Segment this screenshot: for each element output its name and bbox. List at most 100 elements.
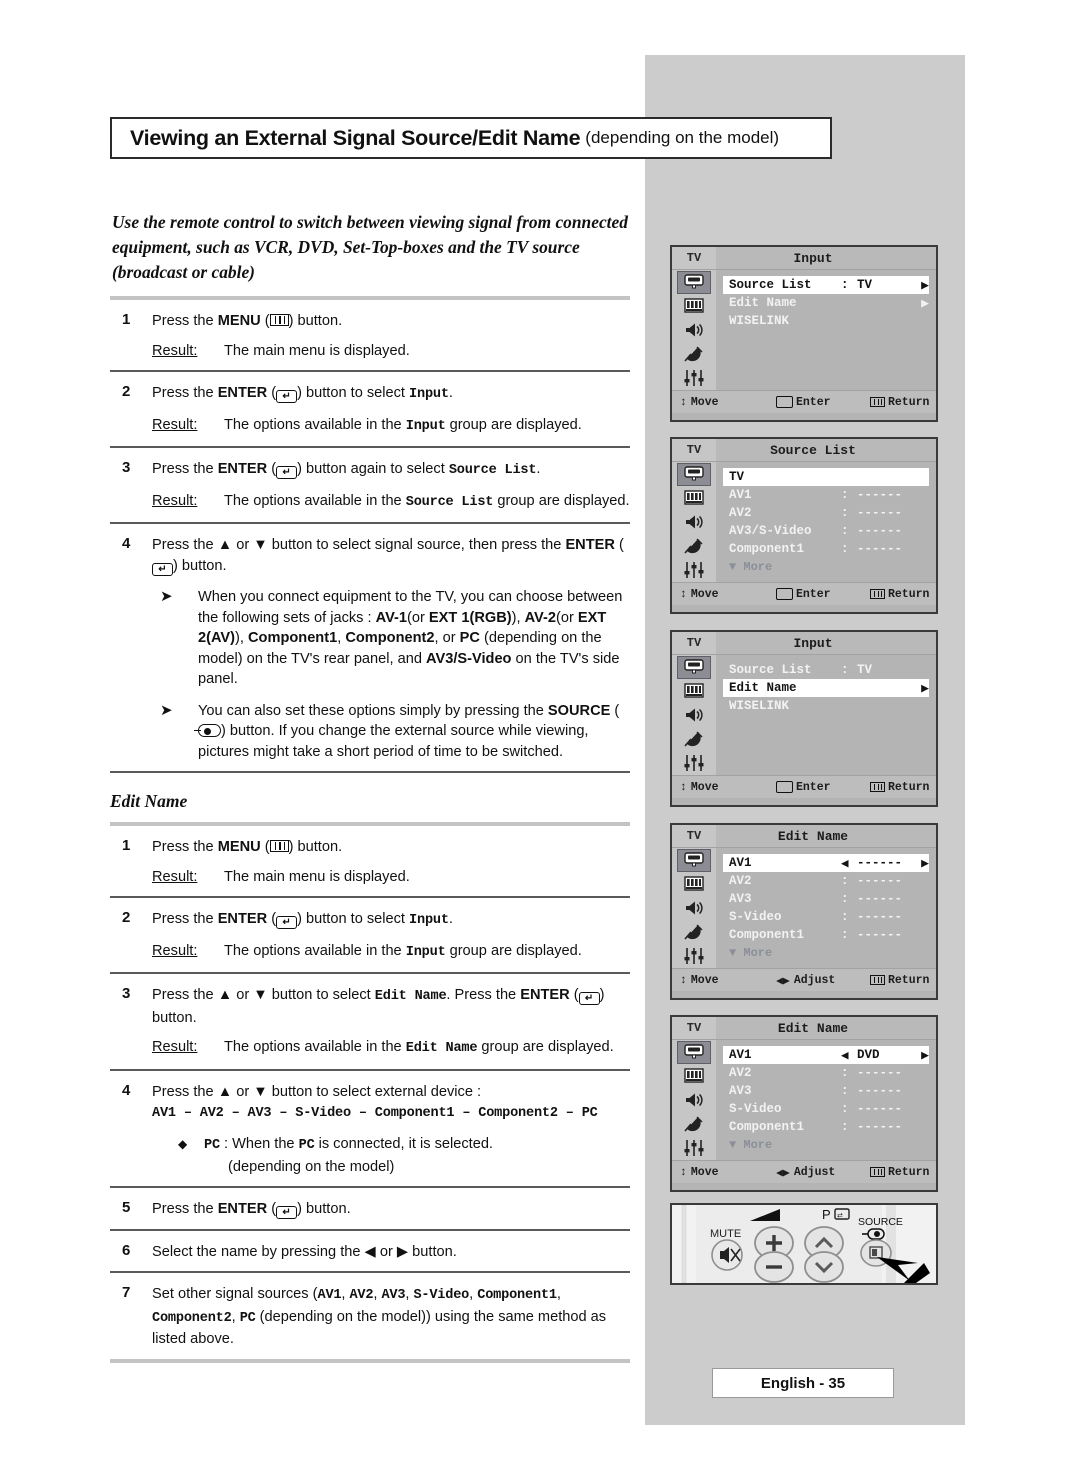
osd-hint-bar: ↕ Move Enter Return bbox=[672, 390, 936, 413]
osd-item-label: Edit Name bbox=[729, 681, 797, 695]
osd-item-label: Component1 bbox=[729, 928, 805, 942]
osd-menu-item[interactable]: AV2: ------ bbox=[723, 504, 929, 522]
result-text: The main menu is displayed. bbox=[224, 868, 410, 885]
or-text: or bbox=[232, 1083, 254, 1100]
note-text: , or bbox=[434, 630, 460, 646]
channel-icon[interactable] bbox=[677, 727, 711, 751]
osd-hint-mid-label: Enter bbox=[796, 780, 831, 794]
osd-item-value: ------ bbox=[857, 910, 903, 924]
source-label: SOURCE bbox=[858, 1216, 903, 1228]
input-icon[interactable] bbox=[677, 849, 711, 872]
edit-step-2: 2 Press the ENTER (↵) button to select I… bbox=[110, 898, 630, 972]
osd-title: Input bbox=[793, 250, 833, 266]
osd-menu-item[interactable]: WISELINK bbox=[723, 312, 929, 330]
osd-menu-item[interactable]: Component1: ------ bbox=[723, 1118, 929, 1136]
channel-icon[interactable] bbox=[677, 534, 711, 558]
edit-step-3: 3 Press the ▲ or ▼ button to select Edit… bbox=[110, 974, 630, 1069]
osd-menu-item[interactable]: Source List: TV ▶ bbox=[723, 276, 929, 294]
down-arrow-icon: ▼ bbox=[253, 537, 268, 553]
leftright-arrow-icon: ◀▶ bbox=[776, 1166, 790, 1180]
osd-more-indicator[interactable]: ▼ More bbox=[723, 944, 929, 962]
step-text-mid2: . Press the bbox=[446, 987, 521, 1003]
osd-menu-item[interactable]: AV3: ------ bbox=[723, 1082, 929, 1100]
sound-icon[interactable] bbox=[677, 318, 711, 342]
left-arrow-icon: ◀ bbox=[841, 857, 849, 871]
input-icon[interactable] bbox=[677, 1041, 711, 1064]
paren-open: ( bbox=[260, 839, 270, 855]
updown-arrow-icon: ↕ bbox=[680, 1165, 687, 1179]
picture-icon[interactable] bbox=[677, 872, 711, 896]
sound-icon[interactable] bbox=[677, 1088, 711, 1112]
osd-title: Source List bbox=[770, 442, 856, 458]
osd-menu-item[interactable]: AV1 ◀ ------ ▶ bbox=[723, 854, 929, 872]
enter-keyword: ENTER bbox=[217, 385, 268, 401]
input-icon[interactable] bbox=[677, 463, 711, 486]
up-arrow-icon: ▲ bbox=[217, 987, 233, 1003]
osd-item-value: ------ bbox=[857, 928, 903, 942]
setup-icon[interactable] bbox=[677, 558, 711, 581]
osd-menu-item[interactable]: Edit Name ▶ bbox=[723, 294, 929, 312]
down-arrow-icon: ▼ bbox=[253, 987, 268, 1003]
osd-item-value: TV bbox=[857, 278, 873, 292]
osd-menu-item[interactable]: Component1: ------ bbox=[723, 926, 929, 944]
edit-name-keyword: Edit Name bbox=[374, 989, 447, 1004]
osd-menu-item[interactable]: WISELINK bbox=[723, 697, 929, 715]
osd-hint-return-label: Return bbox=[888, 973, 930, 987]
sound-icon[interactable] bbox=[677, 896, 711, 920]
source-keyword: SOURCE bbox=[547, 702, 611, 719]
step-text: Press the bbox=[152, 839, 218, 855]
picture-icon[interactable] bbox=[677, 486, 711, 510]
setup-icon[interactable] bbox=[677, 366, 711, 389]
note-text: (or bbox=[555, 609, 578, 626]
osd-item-value: ------ bbox=[857, 542, 903, 556]
osd-menu-list: TV AV1: ------ AV2: ------ AV3/S-Video: ------… bbox=[716, 462, 936, 582]
step-text: Set other signal sources ( bbox=[152, 1286, 318, 1302]
osd-hint-move: ↕ Move bbox=[672, 781, 776, 794]
osd-menu-item[interactable]: AV2: ------ bbox=[723, 872, 929, 890]
osd-menu-item[interactable]: TV bbox=[723, 468, 929, 486]
step-text-end: . bbox=[536, 461, 541, 477]
step-number: 6 bbox=[122, 1241, 131, 1259]
osd-panel-5: TV Edit Name AV1 ◀ DVD ▶ AV2: ------ AV3: ------ S… bbox=[670, 1015, 938, 1192]
paren-open: ( bbox=[610, 702, 620, 719]
osd-item-colon: : bbox=[841, 1102, 849, 1116]
osd-item-label: AV1 bbox=[729, 488, 752, 502]
osd-menu-item[interactable]: S-Video: ------ bbox=[723, 908, 929, 926]
osd-menu-item[interactable]: Source List: TV bbox=[723, 661, 929, 679]
osd-item-colon: : bbox=[841, 1066, 849, 1080]
osd-menu-item[interactable]: AV3: ------ bbox=[723, 890, 929, 908]
osd-menu-item[interactable]: AV2: ------ bbox=[723, 1064, 929, 1082]
note-text-end: ) button. If you change the external sou… bbox=[198, 723, 589, 760]
setup-icon[interactable] bbox=[677, 944, 711, 967]
osd-menu-item[interactable]: S-Video: ------ bbox=[723, 1100, 929, 1118]
osd-menu-item[interactable]: AV3/S-Video: ------ bbox=[723, 522, 929, 540]
step-number: 5 bbox=[122, 1199, 131, 1216]
picture-icon[interactable] bbox=[677, 294, 711, 318]
input-icon[interactable] bbox=[677, 656, 711, 679]
osd-menu-item[interactable]: Edit Name ▶ bbox=[723, 679, 929, 697]
osd-item-colon: : bbox=[841, 524, 849, 538]
osd-title: Input bbox=[793, 635, 833, 651]
osd-hint-mid: Enter bbox=[776, 781, 870, 794]
osd-more-indicator[interactable]: ▼ More bbox=[723, 1136, 929, 1154]
osd-menu-item[interactable]: AV1: ------ bbox=[723, 486, 929, 504]
input-icon[interactable] bbox=[677, 271, 711, 294]
result-label: Result: bbox=[152, 492, 198, 509]
picture-icon[interactable] bbox=[677, 1064, 711, 1088]
osd-menu-item[interactable]: Component1: ------ bbox=[723, 540, 929, 558]
osd-more-indicator[interactable]: ▼ More bbox=[723, 558, 929, 576]
osd-item-label: S-Video bbox=[729, 910, 782, 924]
picture-icon[interactable] bbox=[677, 679, 711, 703]
setup-icon[interactable] bbox=[677, 751, 711, 774]
sound-icon[interactable] bbox=[677, 510, 711, 534]
setup-icon[interactable] bbox=[677, 1136, 711, 1159]
result-keyword: Input bbox=[405, 418, 446, 434]
channel-icon[interactable] bbox=[677, 920, 711, 944]
osd-hint-move: ↕ Move bbox=[672, 974, 776, 987]
channel-icon[interactable] bbox=[677, 1112, 711, 1136]
step-text: Press the bbox=[152, 1201, 218, 1217]
or-text: or bbox=[375, 1243, 397, 1260]
sound-icon[interactable] bbox=[677, 703, 711, 727]
channel-icon[interactable] bbox=[677, 342, 711, 366]
osd-menu-item[interactable]: AV1 ◀ DVD ▶ bbox=[723, 1046, 929, 1064]
